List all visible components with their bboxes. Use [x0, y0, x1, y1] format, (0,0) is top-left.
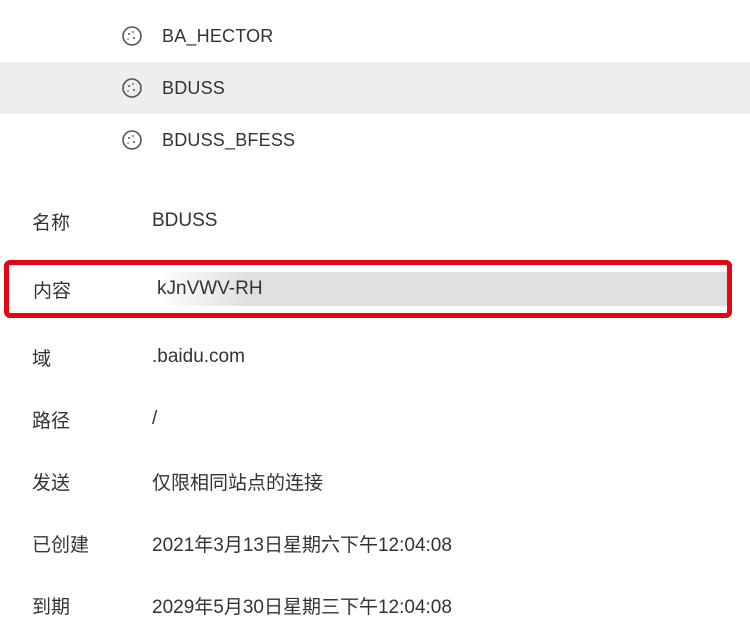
cookie-row[interactable]: BA_HECTOR	[0, 10, 750, 62]
cookie-details: 名称 BDUSS 内容 kJnVWV-RH 域 .baidu.com 路径 / …	[0, 190, 750, 636]
detail-send-value: 仅限相同站点的连接	[152, 468, 323, 495]
cookie-name: BDUSS_BFESS	[162, 130, 295, 151]
cookie-icon	[120, 128, 144, 152]
detail-created-label: 已创建	[32, 530, 152, 557]
cookie-icon	[120, 24, 144, 48]
cookie-row[interactable]: BDUSS_BFESS	[0, 114, 750, 166]
detail-path-label: 路径	[32, 406, 152, 433]
detail-created-value: 2021年3月13日星期六下午12:04:08	[152, 530, 452, 557]
detail-expires-label: 到期	[32, 592, 152, 619]
detail-name-label: 名称	[32, 208, 152, 235]
cookie-list: BA_HECTOR BDUSS BDUSS_BFESS	[0, 0, 750, 166]
detail-content-label: 内容	[33, 276, 157, 303]
detail-created-row: 已创建 2021年3月13日星期六下午12:04:08	[0, 512, 750, 574]
detail-send-label: 发送	[32, 468, 152, 495]
detail-expires-row: 到期 2029年5月30日星期三下午12:04:08	[0, 574, 750, 636]
detail-content-value[interactable]: kJnVWV-RH	[157, 272, 727, 306]
cookie-row[interactable]: BDUSS	[0, 62, 750, 114]
detail-domain-row: 域 .baidu.com	[0, 326, 750, 388]
detail-domain-value: .baidu.com	[152, 346, 245, 368]
detail-send-row: 发送 仅限相同站点的连接	[0, 450, 750, 512]
detail-content-text: kJnVWV-RH	[157, 278, 263, 300]
cookie-icon	[120, 76, 144, 100]
detail-domain-label: 域	[32, 344, 152, 371]
detail-content-row-highlight: 内容 kJnVWV-RH	[4, 260, 732, 318]
detail-name-value: BDUSS	[152, 210, 217, 232]
cookie-name: BA_HECTOR	[162, 26, 274, 47]
detail-name-row: 名称 BDUSS	[0, 190, 750, 252]
detail-path-row: 路径 /	[0, 388, 750, 450]
detail-expires-value: 2029年5月30日星期三下午12:04:08	[152, 592, 452, 619]
detail-path-value: /	[152, 408, 157, 430]
cookie-name: BDUSS	[162, 78, 225, 99]
